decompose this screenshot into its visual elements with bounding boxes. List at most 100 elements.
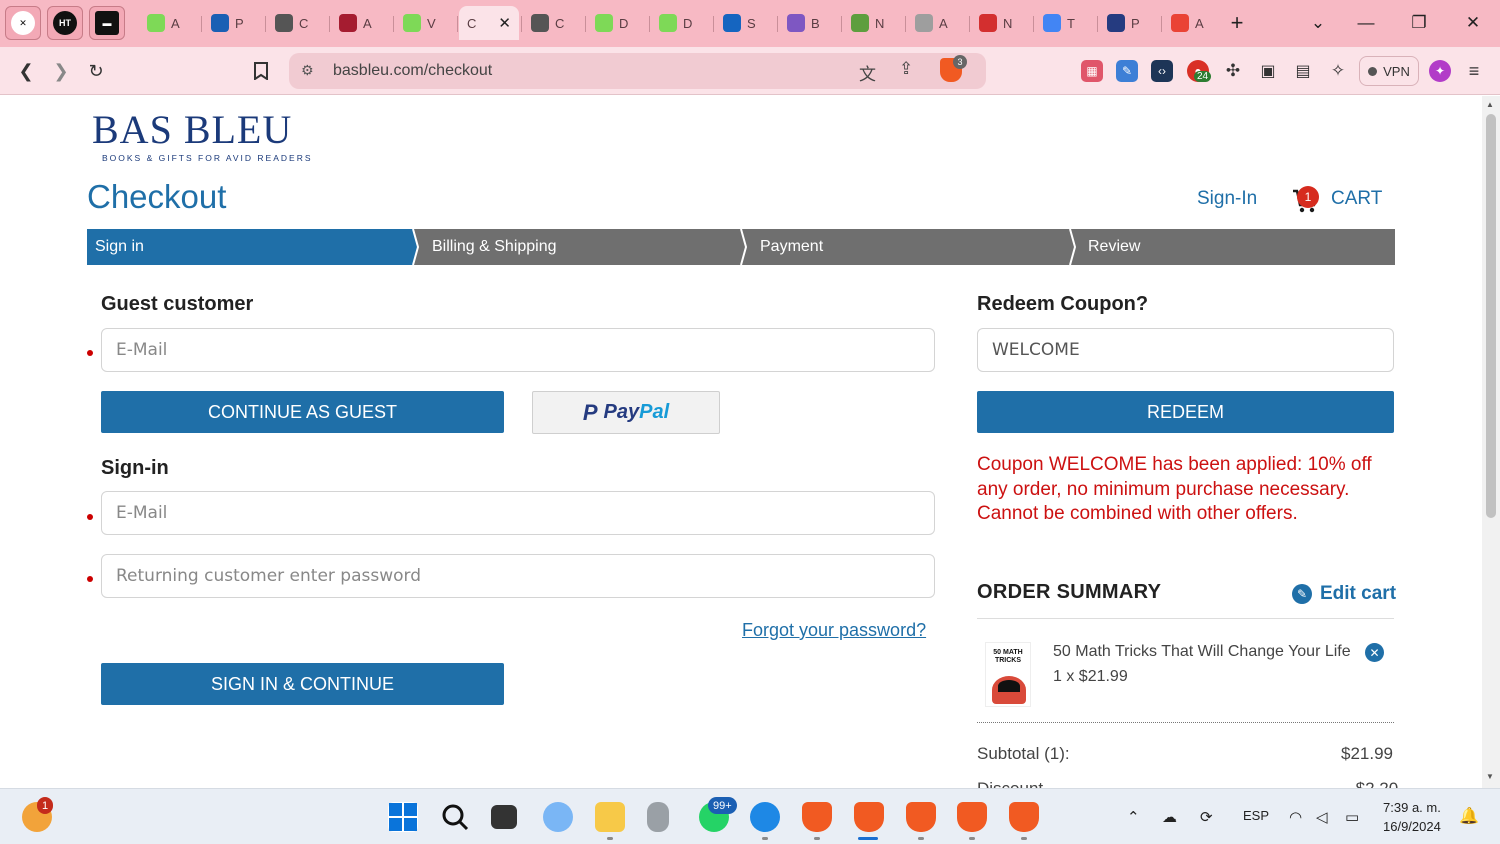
checkout-page: BAS BLEU BOOKS & GIFTS FOR AVID READERS …: [0, 96, 1482, 788]
brave-profile-5-icon[interactable]: [1009, 802, 1039, 832]
copilot-icon[interactable]: [543, 802, 573, 832]
address-bar[interactable]: ⚙ basbleu.com/checkout 文 ⇪ 3: [289, 53, 986, 89]
edit-cart-link[interactable]: ✎ Edit cart: [1292, 583, 1396, 605]
browser-tab[interactable]: N: [971, 6, 1031, 40]
step-billing-shipping[interactable]: Billing & Shipping: [424, 229, 744, 265]
new-tab-button[interactable]: +: [1220, 8, 1254, 38]
extensions-icon[interactable]: ✣: [1218, 57, 1248, 85]
tab-separator: [713, 16, 714, 32]
clock-date: 16/9/2024: [1383, 819, 1441, 834]
product-thumbnail[interactable]: 50 MATH TRICKS: [985, 642, 1031, 707]
show-hidden-icons-icon[interactable]: ⌃: [1127, 808, 1140, 826]
menu-icon[interactable]: ≡: [1459, 57, 1489, 85]
pinned-tab-3[interactable]: ▬: [89, 6, 125, 40]
running-indicator: [762, 837, 768, 840]
vpn-button[interactable]: VPN: [1359, 56, 1419, 86]
coupon-code-input[interactable]: WELCOME: [977, 328, 1394, 372]
guest-email-input[interactable]: E-Mail: [101, 328, 935, 372]
brave-profile-1-icon[interactable]: [802, 802, 832, 832]
step-sign-in[interactable]: Sign in: [87, 229, 418, 265]
file-explorer-icon[interactable]: [595, 802, 625, 832]
wifi-icon[interactable]: ◠: [1289, 808, 1302, 826]
browser-tab[interactable]: A: [139, 6, 199, 40]
redeem-button[interactable]: REDEEM: [977, 391, 1394, 433]
sign-in-email-input[interactable]: E-Mail: [101, 491, 935, 535]
bookmark-icon[interactable]: [246, 57, 276, 85]
share-icon[interactable]: ⇪: [899, 59, 913, 79]
forgot-password-link[interactable]: Forgot your password?: [742, 620, 926, 641]
browser-tab[interactable]: B: [779, 6, 839, 40]
task-view-icon[interactable]: [491, 805, 517, 829]
password-input[interactable]: Returning customer enter password: [101, 554, 935, 598]
header-sign-in-link[interactable]: Sign-In: [1197, 188, 1257, 210]
minimize-icon[interactable]: —: [1349, 8, 1383, 38]
browser-tab[interactable]: D: [651, 6, 711, 40]
profile-icon[interactable]: ✦: [1429, 60, 1451, 82]
step-divider: [1069, 229, 1077, 265]
translate-icon[interactable]: 文: [859, 60, 876, 85]
volume-icon[interactable]: ◁: [1316, 808, 1328, 826]
close-window-icon[interactable]: ✕: [1456, 8, 1490, 38]
brave-profile-4-icon[interactable]: [957, 802, 987, 832]
leo-ai-icon[interactable]: ✧: [1323, 57, 1353, 85]
pinned-tab-2[interactable]: HT: [47, 6, 83, 40]
browser-tab[interactable]: C ✕: [459, 6, 519, 40]
browser-tab[interactable]: C: [267, 6, 327, 40]
battery-icon[interactable]: ▭: [1345, 808, 1359, 826]
continue-as-guest-button[interactable]: CONTINUE AS GUEST: [101, 391, 504, 433]
extension-code-icon[interactable]: ‹›: [1151, 60, 1173, 82]
browser-tab[interactable]: A: [1163, 6, 1223, 40]
pinned-tab-1[interactable]: ✕: [5, 6, 41, 40]
scroll-up-icon[interactable]: ▲: [1486, 100, 1494, 109]
url-text[interactable]: basbleu.com/checkout: [333, 62, 492, 80]
wallet-icon[interactable]: ▤: [1288, 57, 1318, 85]
remove-item-icon[interactable]: ✕: [1365, 643, 1384, 662]
scroll-thumb[interactable]: [1486, 114, 1496, 518]
site-settings-icon[interactable]: ⚙: [301, 62, 319, 80]
search-icon[interactable]: [440, 802, 470, 832]
tab-separator: [201, 16, 202, 32]
paypal-button[interactable]: P PayPal: [532, 391, 720, 434]
browser-tab[interactable]: A: [331, 6, 391, 40]
brave-profile-2-icon[interactable]: [854, 802, 884, 832]
cart-link[interactable]: CART: [1331, 188, 1382, 210]
browser-tab[interactable]: A: [907, 6, 967, 40]
site-logo[interactable]: BAS BLEU BOOKS & GIFTS FOR AVID READERS: [92, 110, 313, 164]
mouse-app-icon[interactable]: [647, 802, 669, 832]
product-title[interactable]: 50 Math Tricks That Will Change Your Lif…: [1053, 643, 1351, 661]
extension-calendar-icon[interactable]: ▦: [1081, 60, 1103, 82]
browser-tab[interactable]: P: [1099, 6, 1159, 40]
browser-tab[interactable]: P: [203, 6, 263, 40]
scroll-down-icon[interactable]: ▼: [1486, 772, 1494, 781]
browser-tab[interactable]: D: [587, 6, 647, 40]
extension-edit-icon[interactable]: ✎: [1116, 60, 1138, 82]
tab-separator: [393, 16, 394, 32]
reload-icon[interactable]: ↻: [81, 57, 111, 85]
browser-tab[interactable]: C: [523, 6, 583, 40]
step-payment[interactable]: Payment: [752, 229, 1072, 265]
browser-tab[interactable]: S: [715, 6, 775, 40]
browser-tab[interactable]: T: [1035, 6, 1095, 40]
edge-icon[interactable]: [750, 802, 780, 832]
page-scrollbar[interactable]: ▲ ▼: [1482, 96, 1500, 788]
language-indicator[interactable]: ESP: [1243, 808, 1269, 823]
sidebar-icon[interactable]: ▣: [1253, 57, 1283, 85]
notifications-bell-icon[interactable]: 🔔: [1459, 806, 1479, 826]
sync-icon[interactable]: ⟳: [1200, 808, 1213, 826]
back-icon[interactable]: ❮: [11, 57, 41, 85]
discount-label: Discount: [977, 779, 1043, 788]
onedrive-icon[interactable]: ☁: [1162, 808, 1177, 826]
brave-profile-3-icon[interactable]: [906, 802, 936, 832]
clock[interactable]: 7:39 a. m. 16/9/2024: [1383, 798, 1441, 836]
tab-search-icon[interactable]: ⌄: [1301, 8, 1335, 38]
browser-tab[interactable]: N: [843, 6, 903, 40]
windows-start-icon[interactable]: [388, 802, 418, 832]
step-review[interactable]: Review: [1080, 229, 1395, 265]
sign-in-continue-button[interactable]: SIGN IN & CONTINUE: [101, 663, 504, 705]
subtotal-label: Subtotal (1):: [977, 744, 1070, 763]
forward-icon[interactable]: ❯: [46, 57, 76, 85]
maximize-icon[interactable]: ❐: [1402, 8, 1436, 38]
close-tab-icon[interactable]: ✕: [498, 14, 511, 32]
browser-tab[interactable]: V: [395, 6, 455, 40]
subtotal-value: $21.99: [1341, 744, 1393, 763]
